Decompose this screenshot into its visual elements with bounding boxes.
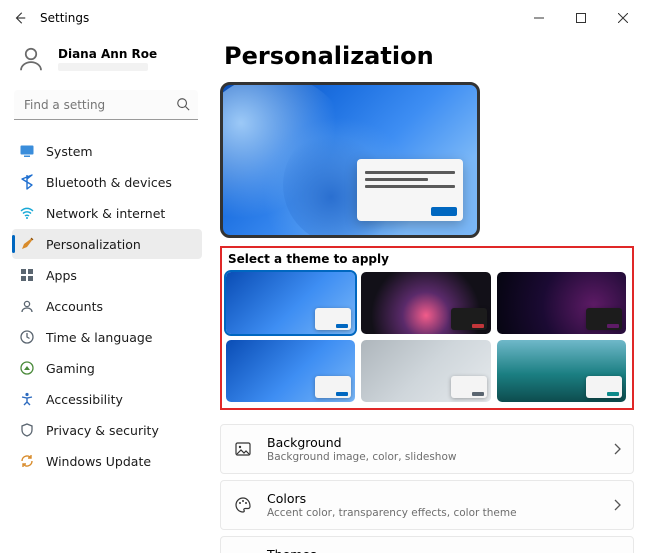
palette-icon — [233, 495, 253, 515]
nav-label: Apps — [46, 268, 77, 283]
sidebar: Diana Ann Roe System Bluetooth & devices… — [0, 36, 210, 553]
close-button[interactable] — [602, 4, 644, 32]
title-bar: Settings — [0, 0, 648, 36]
nav-privacy[interactable]: Privacy & security — [12, 415, 202, 445]
theme-glow[interactable] — [497, 272, 626, 334]
accounts-icon — [18, 297, 36, 315]
person-icon — [16, 44, 46, 74]
nav-gaming[interactable]: Gaming — [12, 353, 202, 383]
nav-system[interactable]: System — [12, 136, 202, 166]
chevron-right-icon — [613, 443, 621, 455]
nav-label: Accounts — [46, 299, 103, 314]
user-name: Diana Ann Roe — [58, 47, 157, 61]
apps-icon — [18, 266, 36, 284]
nav-label: Privacy & security — [46, 423, 159, 438]
minimize-button[interactable] — [518, 4, 560, 32]
setting-background[interactable]: BackgroundBackground image, color, slide… — [220, 424, 634, 474]
nav-label: Accessibility — [46, 392, 123, 407]
row-subtitle: Background image, color, slideshow — [267, 451, 456, 463]
nav-windows-update[interactable]: Windows Update — [12, 446, 202, 476]
theme-section-highlight: Select a theme to apply — [220, 246, 634, 410]
nav-list: System Bluetooth & devices Network & int… — [12, 136, 202, 476]
maximize-icon — [576, 13, 586, 23]
wifi-icon — [18, 204, 36, 222]
theme-section-label: Select a theme to apply — [228, 252, 626, 266]
user-email-redacted — [58, 63, 148, 71]
update-icon — [18, 452, 36, 470]
preview-window — [357, 159, 463, 221]
paintbrush-icon — [18, 235, 36, 253]
search-icon — [176, 97, 190, 111]
picture-icon — [233, 439, 253, 459]
desktop-preview — [220, 82, 480, 238]
accessibility-icon — [18, 390, 36, 408]
arrow-left-icon — [13, 11, 27, 25]
theme-windows-light-alt[interactable] — [226, 340, 355, 402]
nav-label: Gaming — [46, 361, 95, 376]
theme-captured-motion[interactable] — [497, 340, 626, 402]
user-account[interactable]: Diana Ann Roe — [14, 42, 202, 76]
close-icon — [618, 13, 628, 23]
setting-themes[interactable]: ThemesInstall, create, manage — [220, 536, 634, 553]
nav-time-language[interactable]: Time & language — [12, 322, 202, 352]
nav-label: Bluetooth & devices — [46, 175, 172, 190]
content-area: Personalization Select a theme to apply — [210, 36, 648, 553]
clock-icon — [18, 328, 36, 346]
nav-label: Personalization — [46, 237, 141, 252]
nav-accounts[interactable]: Accounts — [12, 291, 202, 321]
nav-label: Windows Update — [46, 454, 151, 469]
system-icon — [18, 142, 36, 160]
row-title: Themes — [267, 547, 388, 553]
shield-icon — [18, 421, 36, 439]
page-title: Personalization — [224, 42, 634, 70]
row-subtitle: Accent color, transparency effects, colo… — [267, 507, 517, 519]
back-button[interactable] — [4, 2, 36, 34]
nav-network[interactable]: Network & internet — [12, 198, 202, 228]
window-title: Settings — [40, 11, 89, 25]
theme-windows-dark[interactable] — [361, 272, 490, 334]
theme-windows-light[interactable] — [226, 272, 355, 334]
theme-flow[interactable] — [361, 340, 490, 402]
row-title: Colors — [267, 491, 517, 506]
search-box[interactable] — [14, 90, 198, 120]
nav-label: System — [46, 144, 93, 159]
nav-bluetooth[interactable]: Bluetooth & devices — [12, 167, 202, 197]
nav-label: Time & language — [46, 330, 152, 345]
nav-personalization[interactable]: Personalization — [12, 229, 202, 259]
minimize-icon — [534, 13, 544, 23]
search-input[interactable] — [14, 90, 198, 120]
nav-accessibility[interactable]: Accessibility — [12, 384, 202, 414]
avatar — [14, 42, 48, 76]
nav-apps[interactable]: Apps — [12, 260, 202, 290]
gaming-icon — [18, 359, 36, 377]
maximize-button[interactable] — [560, 4, 602, 32]
setting-colors[interactable]: ColorsAccent color, transparency effects… — [220, 480, 634, 530]
bluetooth-icon — [18, 173, 36, 191]
chevron-right-icon — [613, 499, 621, 511]
row-title: Background — [267, 435, 456, 450]
nav-label: Network & internet — [46, 206, 165, 221]
